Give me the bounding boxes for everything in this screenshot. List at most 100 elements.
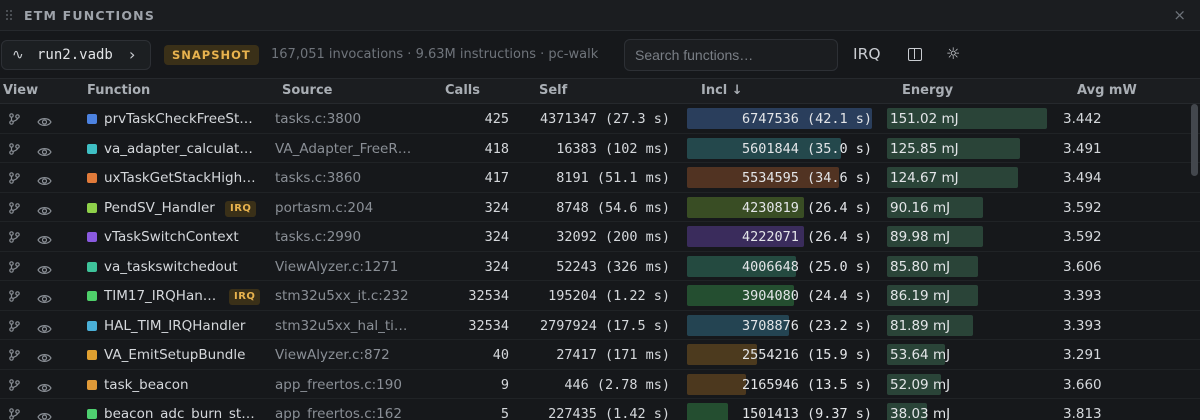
split-view-icon[interactable] <box>908 48 922 61</box>
branch-icon[interactable] <box>9 172 20 184</box>
file-name: run2.vadb <box>37 47 113 63</box>
calls-value: 5 <box>500 406 509 420</box>
function-name: PendSV_Handler <box>104 199 215 216</box>
table-row[interactable]: TIM17_IRQHan… IRQ stm32u5xx_it.c:232 32534 1… <box>0 281 1200 311</box>
file-selector-button[interactable]: ∿ run2.vadb › <box>1 40 151 70</box>
incl-value: 2165946 (13.5 s) <box>741 376 872 393</box>
avg-mw-value: 3.393 <box>1063 317 1102 334</box>
color-swatch <box>87 261 97 272</box>
branch-icon[interactable] <box>9 113 20 125</box>
source-location: ViewAlyzer.c:872 <box>275 347 390 363</box>
column-source[interactable]: Source <box>282 83 332 98</box>
function-name: uxTaskGetStackHigh… <box>104 170 256 186</box>
scrollbar[interactable] <box>1191 104 1198 176</box>
avg-mw-value: 3.393 <box>1063 288 1102 304</box>
branch-icon[interactable] <box>9 290 20 302</box>
table-row[interactable]: HAL_TIM_IRQHandler stm32u5xx_hal_ti… 32534… <box>0 311 1200 340</box>
eye-icon[interactable] <box>37 290 52 303</box>
column-view[interactable]: View <box>3 83 38 98</box>
avg-mw-value: 3.491 <box>1063 140 1102 157</box>
energy-value: 52.09 mJ <box>890 376 951 393</box>
incl-value: 3904080 (24.4 s) <box>741 288 872 304</box>
function-name: VA_EmitSetupBundle <box>104 347 246 363</box>
close-icon[interactable]: × <box>1173 6 1186 24</box>
eye-icon[interactable] <box>37 408 52 420</box>
branch-icon[interactable] <box>9 142 20 155</box>
calls-value: 324 <box>484 258 509 275</box>
search-input[interactable] <box>624 39 838 71</box>
branch-icon[interactable] <box>9 231 20 243</box>
branch-icon[interactable] <box>9 349 20 361</box>
calls-value: 324 <box>484 229 509 245</box>
eye-icon[interactable] <box>37 349 52 362</box>
column-energy[interactable]: Energy <box>902 83 953 98</box>
trace-stats: 167,051 invocations · 9.63M instructions… <box>271 47 599 62</box>
column-function[interactable]: Function <box>87 83 150 98</box>
toolbar: ∿ run2.vadb › SNAPSHOT 167,051 invocatio… <box>0 31 1200 79</box>
panel-titlebar: ETM FUNCTIONS × <box>0 0 1200 31</box>
avg-mw-value: 3.291 <box>1063 347 1102 363</box>
color-swatch <box>87 379 97 390</box>
avg-mw-value: 3.494 <box>1063 170 1102 186</box>
eye-icon[interactable] <box>37 113 52 126</box>
column-avg-mw[interactable]: Avg mW <box>1077 83 1137 98</box>
eye-icon[interactable] <box>37 231 52 244</box>
incl-value: 2554216 (15.9 s) <box>741 347 872 363</box>
incl-value: 6747536 (42.1 s) <box>741 111 872 127</box>
table-row[interactable]: VA_EmitSetupBundle ViewAlyzer.c:872 40 2741… <box>0 340 1200 370</box>
eye-icon[interactable] <box>37 379 52 392</box>
source-location: stm32u5xx_hal_ti… <box>275 317 408 334</box>
self-value: 16383 (102 ms) <box>556 140 670 157</box>
column-incl[interactable]: Incl ↓ <box>701 83 743 98</box>
table-row[interactable]: vTaskSwitchContext tasks.c:2990 324 32092 (… <box>0 222 1200 252</box>
table-row[interactable]: task_beacon app_freertos.c:190 9 446 (2.78 … <box>0 370 1200 399</box>
source-location: app_freertos.c:162 <box>275 406 402 420</box>
irq-filter-button[interactable]: IRQ <box>853 45 881 63</box>
branch-icon[interactable] <box>9 319 20 332</box>
table-row[interactable]: va_adapter_calculat… VA_Adapter_FreeR… 418… <box>0 134 1200 163</box>
snapshot-badge: SNAPSHOT <box>164 45 259 65</box>
settings-icon[interactable]: ☼ <box>946 44 960 63</box>
eye-icon[interactable] <box>37 202 52 215</box>
branch-icon[interactable] <box>9 408 20 420</box>
function-name: TIM17_IRQHan… <box>104 288 217 304</box>
source-location: portasm.c:204 <box>275 199 374 216</box>
table-row[interactable]: uxTaskGetStackHigh… tasks.c:3860 417 8191 (… <box>0 163 1200 193</box>
branch-icon[interactable] <box>9 201 20 214</box>
energy-value: 81.89 mJ <box>890 317 951 334</box>
source-location: tasks.c:3860 <box>275 170 362 186</box>
waveform-icon: ∿ <box>12 47 24 63</box>
eye-icon[interactable] <box>37 261 52 274</box>
source-location: stm32u5xx_it.c:232 <box>275 288 409 304</box>
avg-mw-value: 3.813 <box>1063 406 1102 420</box>
eye-icon[interactable] <box>37 172 52 185</box>
color-swatch <box>87 291 97 301</box>
incl-value: 4006648 (25.0 s) <box>741 258 872 275</box>
color-swatch <box>87 320 97 331</box>
color-swatch <box>87 409 97 419</box>
eye-icon[interactable] <box>37 320 52 333</box>
self-value: 195204 (1.22 s) <box>548 288 670 304</box>
function-name: va_taskswitchedout <box>104 258 238 275</box>
self-value: 2797924 (17.5 s) <box>539 317 670 334</box>
table-row[interactable]: PendSV_Handler IRQ portasm.c:204 324 8748 (5… <box>0 193 1200 222</box>
table-row[interactable]: va_taskswitchedout ViewAlyzer.c:1271 324 52… <box>0 252 1200 281</box>
eye-icon[interactable] <box>37 143 52 156</box>
panel-title: ETM FUNCTIONS <box>24 8 156 23</box>
drag-handle-icon[interactable] <box>6 10 12 21</box>
table-row[interactable]: beacon_adc_burn_st… app_freertos.c:162 5 22… <box>0 399 1200 420</box>
calls-value: 32534 <box>468 288 509 304</box>
column-calls[interactable]: Calls <box>445 83 480 98</box>
calls-value: 417 <box>484 170 509 186</box>
table-row[interactable]: prvTaskCheckFreeSt… tasks.c:3800 425 437134… <box>0 104 1200 134</box>
avg-mw-value: 3.592 <box>1063 229 1102 245</box>
branch-icon[interactable] <box>9 378 20 391</box>
branch-icon[interactable] <box>9 260 20 273</box>
self-value: 8748 (54.6 ms) <box>556 199 670 216</box>
function-name: HAL_TIM_IRQHandler <box>104 317 246 334</box>
source-location: VA_Adapter_FreeR… <box>275 140 412 157</box>
chevron-right-icon: › <box>129 45 136 64</box>
function-name: beacon_adc_burn_st… <box>104 406 255 420</box>
incl-bar <box>687 373 747 395</box>
column-self[interactable]: Self <box>539 83 567 98</box>
